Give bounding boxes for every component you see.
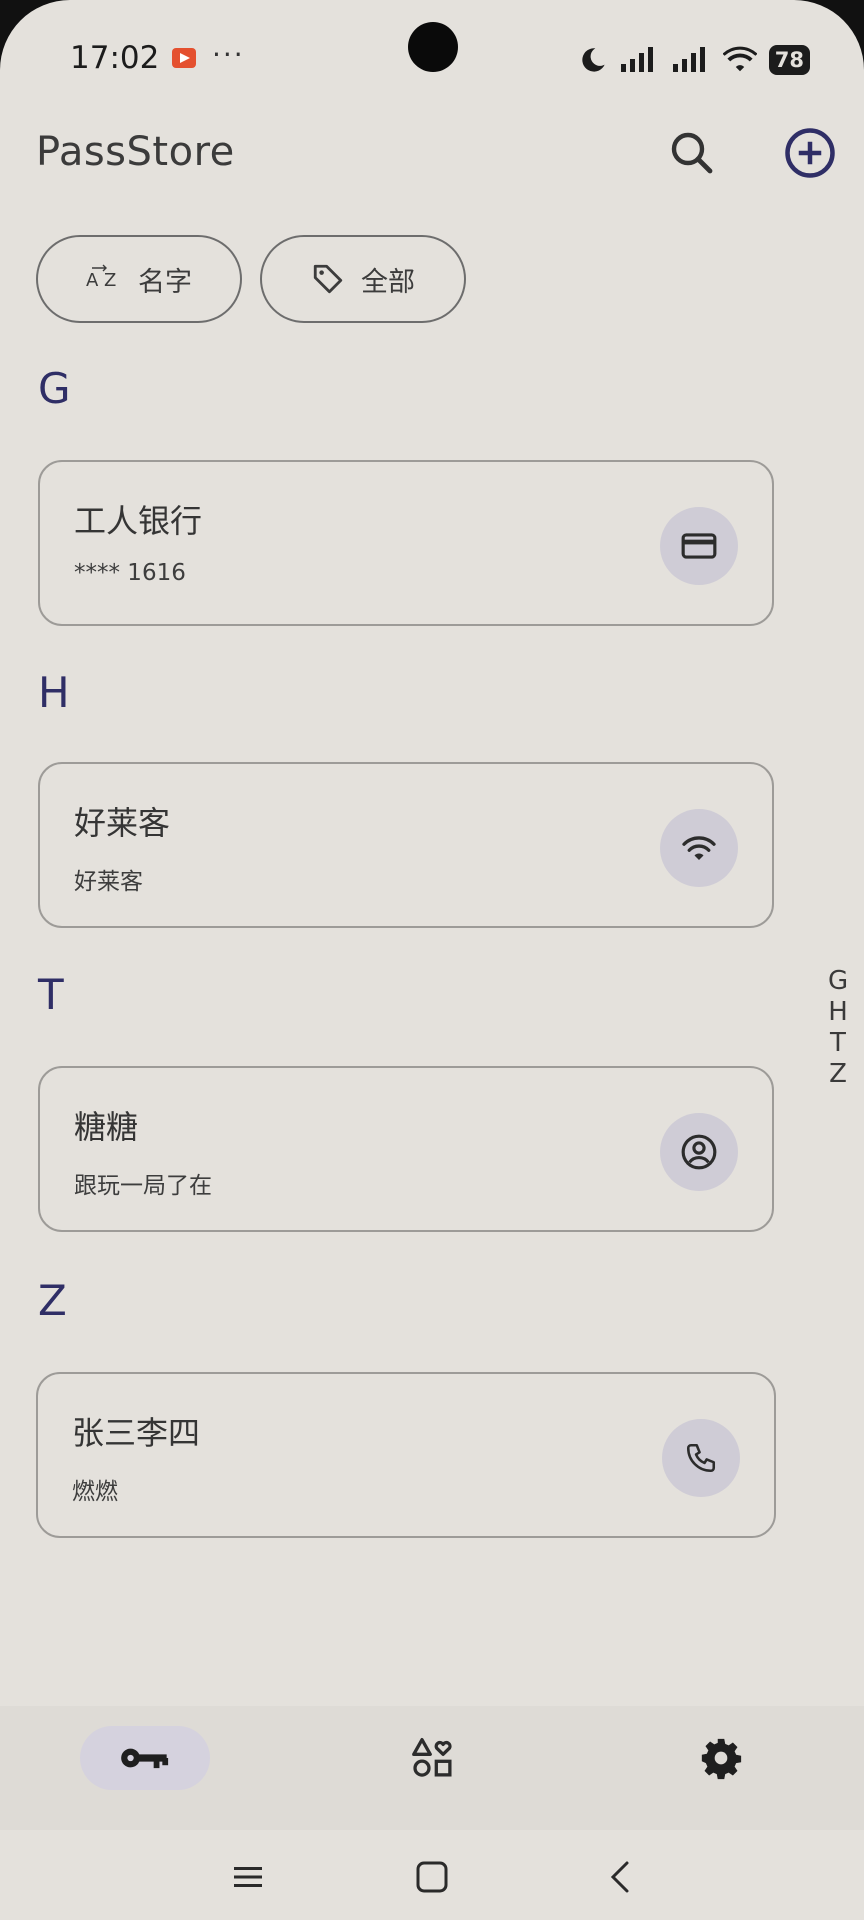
entry-card[interactable]: 糖糖 跟玩一局了在 [38,1066,774,1232]
alpha-index-letter[interactable]: T [828,1028,848,1059]
entry-title: 糖糖 [74,1108,139,1146]
back-button[interactable] [590,1852,650,1902]
recent-apps-button[interactable] [218,1852,278,1902]
entry-type-badge [660,1113,738,1191]
nav-passwords[interactable] [80,1726,210,1790]
bottom-navigation [0,1706,864,1830]
section-header-g: G [38,364,71,413]
alpha-index-letter[interactable]: H [828,997,848,1028]
app-title: PassStore [36,129,235,175]
sort-chip-label: 名字 [138,266,192,298]
shapes-icon [412,1738,452,1777]
section-header-z: Z [38,1276,67,1325]
key-icon [121,1748,169,1769]
more-notifications: ··· [212,38,245,71]
phone-screen: 17:02 ··· 78 PassStore A Z 名字 全部 G 工人银行 … [0,0,864,1920]
search-button[interactable] [662,123,722,183]
entry-card[interactable]: 好莱客 好莱客 [38,762,774,928]
settings-icon [701,1738,742,1780]
add-circle-icon [785,128,835,178]
nav-categories[interactable] [398,1726,468,1790]
entry-type-badge [662,1419,740,1497]
alpha-index-letter[interactable]: Z [828,1059,848,1090]
system-navigation [0,1830,864,1920]
add-button[interactable] [780,123,840,183]
battery-level: 78 [768,45,810,75]
notification-icon [172,48,196,68]
status-time: 17:02 [70,40,160,76]
entry-type-badge [660,507,738,585]
account-circle-icon [681,1134,717,1170]
entry-card[interactable]: 张三李四 燃燃 [36,1372,776,1538]
filter-chips: A Z 名字 全部 [36,235,466,323]
entry-type-badge [660,809,738,887]
menu-icon [234,1867,262,1887]
entry-title: 好莱客 [74,804,171,842]
section-header-t: T [38,970,64,1019]
credit-card-icon [681,533,717,559]
tag-icon [313,264,343,294]
back-chevron-icon [610,1861,629,1893]
entry-subtitle: 燃燃 [72,1479,118,1505]
signal-icon-2 [672,47,705,72]
entry-card[interactable]: 工人银行 **** 1616 [38,460,774,626]
entry-title: 张三李四 [72,1414,201,1452]
section-header-h: H [38,668,70,717]
svg-text:A: A [86,270,99,291]
app-bar: PassStore [0,115,864,215]
entry-subtitle: 跟玩一局了在 [74,1173,212,1199]
home-button[interactable] [402,1852,462,1902]
wifi-status-icon [722,46,757,72]
alpha-index-letter[interactable]: G [828,966,848,997]
moon-icon [582,48,605,72]
nav-settings[interactable] [686,1726,756,1790]
svg-text:Z: Z [104,270,116,291]
search-icon [671,132,713,174]
entry-subtitle: **** 1616 [74,560,186,586]
tag-chip-label: 全部 [361,266,415,298]
status-icons: 78 [579,40,810,80]
tag-chip[interactable]: 全部 [260,235,466,323]
sort-az-icon: A Z [86,264,116,291]
home-square-icon [416,1861,448,1893]
entry-title: 工人银行 [74,502,203,540]
front-camera [408,22,458,72]
signal-icon [620,47,653,72]
sort-chip[interactable]: A Z 名字 [36,235,242,323]
alpha-index[interactable]: G H T Z [828,966,848,1090]
entry-subtitle: 好莱客 [74,869,143,895]
phone-icon [686,1443,716,1473]
wifi-icon [682,836,716,860]
status-bar: 17:02 ··· 78 [0,0,864,115]
